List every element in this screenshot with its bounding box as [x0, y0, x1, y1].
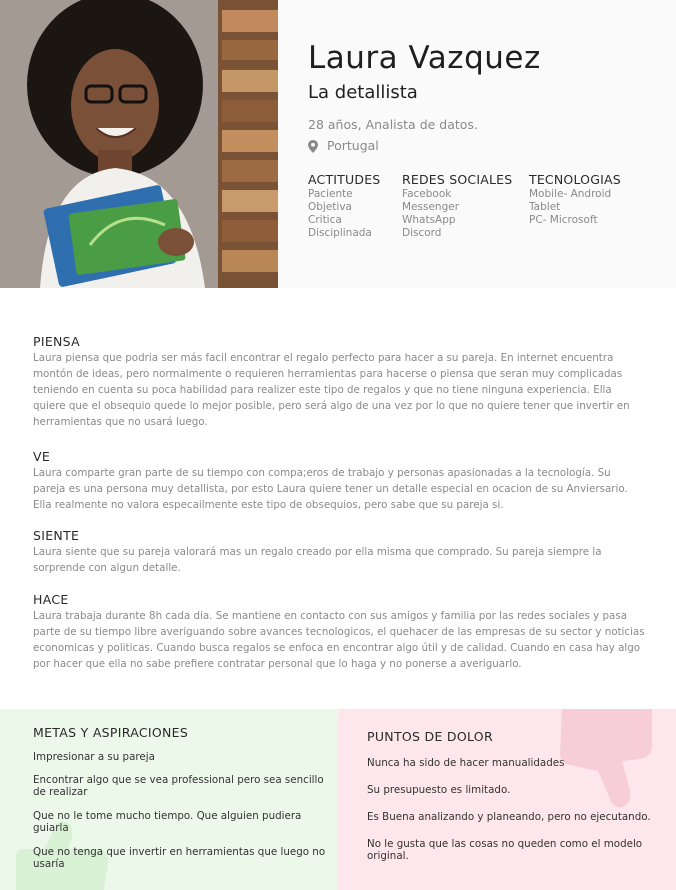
section-text: Laura piensa que podria ser más facil en…: [33, 352, 630, 428]
section-title: VE: [33, 449, 51, 464]
technologies-heading: TECNOLOGIAS: [529, 172, 621, 187]
goals-list: Impresionar a su pareja Encontrar algo q…: [33, 751, 328, 870]
map-pin-icon: [308, 139, 318, 153]
section-ve: VE Laura comparte gran parte de su tiemp…: [33, 449, 645, 513]
pain-item: No le gusta que las cosas no queden como…: [367, 838, 643, 862]
pains-title: PUNTOS DE DOLOR: [367, 729, 493, 744]
social-network-item: Facebook: [402, 188, 452, 200]
social-networks-column: REDES SOCIALES Facebook Messenger WhatsA…: [402, 172, 529, 240]
goal-item: Impresionar a su pareja: [33, 751, 155, 763]
attitudes-heading: ACTITUDES: [308, 172, 381, 187]
social-network-item: Messenger: [402, 201, 460, 213]
section-siente: SIENTE Laura siente que su pareja valora…: [33, 528, 645, 576]
persona-age-job: 28 años, Analista de datos.: [308, 117, 478, 132]
section-title: SIENTE: [33, 528, 80, 543]
section-text: Laura trabaja durante 8h cada dia. Se ma…: [33, 610, 645, 670]
pain-points-panel: PUNTOS DE DOLOR Nunca ha sido de hacer m…: [338, 709, 676, 890]
profile-photo: [0, 0, 278, 288]
location-label: Portugal: [327, 138, 379, 153]
social-network-item: WhatsApp: [402, 214, 456, 226]
section-title: PIENSA: [33, 334, 80, 349]
attitude-item: Paciente: [308, 188, 353, 200]
pain-item: Es Buena analizando y planeando, pero no…: [367, 811, 651, 823]
social-network-item: Discord: [402, 227, 442, 239]
technologies-column: TECNOLOGIAS Mobile- Android Tablet PC- M…: [529, 172, 659, 240]
section-text: Laura comparte gran parte de su tiempo c…: [33, 467, 628, 511]
section-piensa: PIENSA Laura piensa que podria ser más f…: [33, 334, 645, 430]
goal-item: Que no le tome mucho tiempo. Que alguien…: [33, 810, 302, 834]
attitudes-column: ACTITUDES Paciente Objetiva Critica Disc…: [308, 172, 402, 240]
persona-attributes: ACTITUDES Paciente Objetiva Critica Disc…: [308, 172, 659, 240]
persona-location: Portugal: [308, 137, 668, 155]
profile-header: Laura Vazquez La detallista 28 años, Ana…: [0, 0, 676, 288]
attitude-item: Objetiva: [308, 201, 352, 213]
pain-item: Nunca ha sido de hacer manualidades: [367, 757, 565, 769]
persona-role: La detallista: [308, 82, 418, 103]
attitude-item: Disciplinada: [308, 227, 372, 239]
portrait-illustration: [0, 0, 278, 288]
goal-item: Que no tenga que invertir en herramienta…: [33, 846, 326, 870]
goals-title: METAS Y ASPIRACIONES: [33, 725, 189, 740]
social-networks-heading: REDES SOCIALES: [402, 172, 513, 187]
goals-panel: METAS Y ASPIRACIONES Impresionar a su pa…: [0, 709, 338, 890]
pains-list: Nunca ha sido de hacer manualidades Su p…: [367, 757, 657, 862]
technology-item: PC- Microsoft: [529, 214, 598, 226]
section-text: Laura siente que su pareja valorará mas …: [33, 546, 602, 574]
attitude-item: Critica: [308, 214, 342, 226]
persona-name: Laura Vazquez: [308, 40, 541, 76]
goal-item: Encontrar algo que se vea professional p…: [33, 774, 324, 798]
pain-item: Su presupuesto es limitado.: [367, 784, 511, 796]
section-hace: HACE Laura trabaja durante 8h cada dia. …: [33, 592, 645, 672]
technology-item: Tablet: [529, 201, 561, 213]
technology-item: Mobile- Android: [529, 188, 612, 200]
section-title: HACE: [33, 592, 69, 607]
